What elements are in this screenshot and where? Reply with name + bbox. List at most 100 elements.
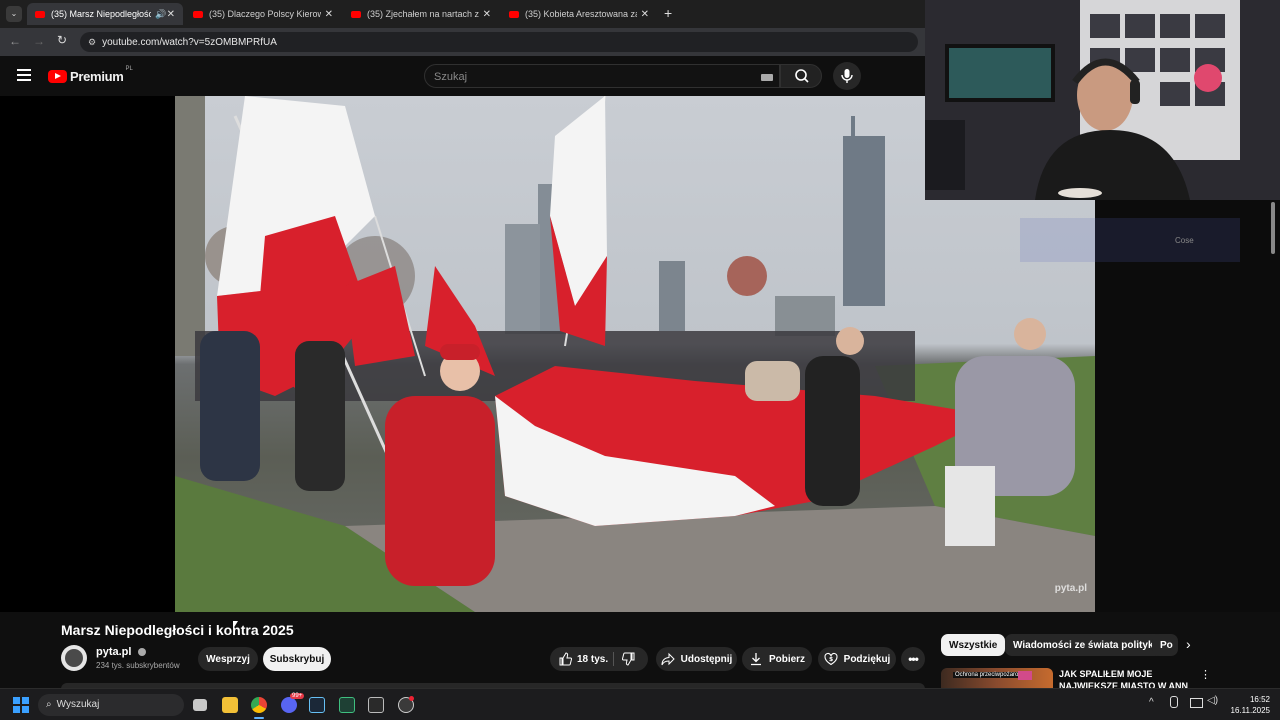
microphone-icon [841, 69, 853, 83]
clock-date: 16.11.2025 [1230, 706, 1270, 715]
join-button[interactable]: Wesprzyj [198, 647, 258, 671]
youtube-favicon-icon [35, 10, 45, 18]
tab-title: (35) Dlaczego Polscy Kierowcy [209, 9, 321, 19]
region-label: PL [125, 66, 133, 72]
task-view-icon[interactable] [193, 699, 207, 711]
close-tab-icon[interactable]: ✕ [167, 9, 175, 20]
thanks-icon: $ [824, 652, 838, 666]
windows-taskbar: ⌕ Wyszukaj 99+ ^ ◁) 16:52 16.11.2025 [0, 688, 1280, 720]
share-label: Udostępnij [680, 653, 733, 665]
clock[interactable]: 16:52 16.11.2025 [1226, 694, 1270, 716]
speaker-icon[interactable]: 🔊 [155, 9, 166, 20]
tab-kierowcy[interactable]: (35) Dlaczego Polscy Kierowcy ✕ [185, 3, 341, 25]
new-tab-icon[interactable]: + [664, 5, 672, 21]
share-button[interactable]: Udostępnij [656, 647, 737, 671]
youtube-play-icon [48, 69, 67, 83]
show-hidden-icons-icon[interactable]: ^ [1149, 697, 1154, 708]
verified-icon [137, 648, 146, 657]
channel-name[interactable]: pyta.pl [96, 646, 146, 658]
voice-search-button[interactable] [833, 62, 861, 90]
tab-marsz[interactable]: (35) Marsz Niepodległości i kontra 🔊 ✕ [27, 3, 183, 25]
svg-text:$: $ [829, 656, 833, 663]
menu-icon[interactable] [17, 69, 31, 81]
taskbar-search-placeholder: Wyszukaj [56, 699, 100, 710]
tab-title: (35) Marsz Niepodległości i kontra [51, 9, 151, 19]
site-info-icon[interactable]: ⚙ [88, 32, 96, 52]
search-icon: ⌕ [46, 699, 52, 710]
tab-title: (35) Zjechałem na nartach z Mo [367, 9, 479, 19]
reload-icon[interactable]: ↻ [57, 33, 67, 47]
subscriber-count: 234 tys. subskrybentów [96, 661, 180, 670]
thumbs-up-icon [559, 652, 572, 666]
dislike-button[interactable] [621, 652, 636, 669]
stream-side-panel: Cose [1020, 200, 1280, 612]
like-button[interactable]: 18 tys. [550, 652, 608, 666]
browser-toolbar: ← → ↻ ⚙ youtube.com/watch?v=5zOMBMPRfUA [0, 28, 925, 56]
download-label: Pobierz [768, 653, 806, 665]
premium-label: Premium [70, 68, 124, 84]
overlay-widget [1020, 218, 1240, 262]
thumbnail-badge: Ochrona przeciwpożarowa [953, 672, 1029, 678]
youtube-favicon-icon [193, 10, 203, 18]
back-icon[interactable]: ← [9, 34, 21, 48]
search-button[interactable] [780, 64, 822, 88]
close-tab-icon[interactable]: ✕ [483, 9, 491, 20]
keyboard-icon[interactable] [761, 74, 773, 81]
microphone-tray-icon[interactable] [1170, 696, 1178, 708]
epic-games-icon[interactable] [368, 697, 384, 713]
recommended-title[interactable]: JAK SPALIŁEM MOJE NAJWIĘKSZE MIASTO W AN… [1059, 668, 1189, 688]
divider [613, 652, 614, 666]
youtube-favicon-icon [351, 10, 361, 18]
search-icon [795, 69, 809, 83]
channel-watermark: pyta.pl [1054, 583, 1087, 594]
thanks-label: Podziękuj [843, 653, 891, 665]
discord-icon[interactable] [281, 697, 297, 713]
panel-scrollbar[interactable] [1271, 202, 1275, 254]
tab-list-button[interactable]: ⌄ [6, 6, 22, 22]
steam-icon[interactable] [309, 697, 325, 713]
thanks-button[interactable]: $ Podziękuj [818, 647, 896, 671]
channel-name-text: pyta.pl [96, 646, 132, 658]
thumbs-down-icon [621, 652, 635, 666]
download-button[interactable]: Pobierz [742, 647, 812, 671]
taskbar-search-input[interactable]: ⌕ Wyszukaj [38, 694, 184, 716]
browser-tab-bar: ⌄ (35) Marsz Niepodległości i kontra 🔊 ✕… [0, 0, 925, 28]
recommended-menu-icon[interactable]: ⋮ [1200, 668, 1211, 681]
more-actions-button[interactable]: ••• [901, 647, 925, 671]
close-tab-icon[interactable]: ✕ [325, 9, 333, 20]
youtube-logo[interactable]: Premium PL [48, 66, 133, 84]
recording-dot-icon [409, 696, 414, 701]
channel-avatar[interactable] [61, 645, 87, 671]
chip-politics-news[interactable]: Wiadomości ze świata polityki [1005, 634, 1165, 656]
volume-tray-icon[interactable]: ◁) [1207, 695, 1218, 706]
tab-kobieta[interactable]: (35) Kobieta Aresztowana za Uj ✕ [501, 3, 657, 25]
like-dislike-group: 18 tys. [550, 647, 648, 671]
like-count: 18 tys. [577, 653, 609, 665]
youtube-header: Premium PL Szukaj [0, 56, 925, 96]
windows-start-icon[interactable] [13, 697, 29, 713]
more-icon: ••• [908, 652, 919, 666]
chip-more[interactable]: Po [1152, 634, 1178, 656]
tab-narty[interactable]: (35) Zjechałem na nartach z Mo ✕ [343, 3, 499, 25]
recommended-thumbnail[interactable]: Ochrona przeciwpożarowa [941, 668, 1053, 688]
video-title: Marsz Niepodległości i kontra 2025 [61, 622, 294, 638]
clock-time: 16:52 [1249, 695, 1270, 704]
search-input[interactable]: Szukaj [424, 64, 780, 88]
search-placeholder: Szukaj [434, 71, 468, 83]
chrome-icon[interactable] [251, 697, 267, 713]
discord-badge: 99+ [290, 693, 305, 699]
chip-all[interactable]: Wszystkie [941, 634, 1006, 656]
display-tray-icon[interactable] [1190, 698, 1203, 708]
download-icon [750, 653, 761, 666]
file-explorer-icon[interactable] [222, 697, 238, 713]
subscribe-button[interactable]: Subskrybuj [263, 647, 331, 671]
thumbnail-number [1018, 671, 1032, 680]
chevron-right-icon[interactable]: › [1186, 636, 1191, 652]
forward-icon[interactable]: → [33, 34, 45, 48]
close-tab-icon[interactable]: ✕ [641, 9, 649, 20]
webcam-scene [925, 0, 1280, 200]
streamer-webcam [925, 0, 1280, 200]
address-bar[interactable]: ⚙ youtube.com/watch?v=5zOMBMPRfUA [80, 32, 918, 52]
youtube-favicon-icon [509, 10, 519, 18]
xbox-app-icon[interactable] [339, 697, 355, 713]
